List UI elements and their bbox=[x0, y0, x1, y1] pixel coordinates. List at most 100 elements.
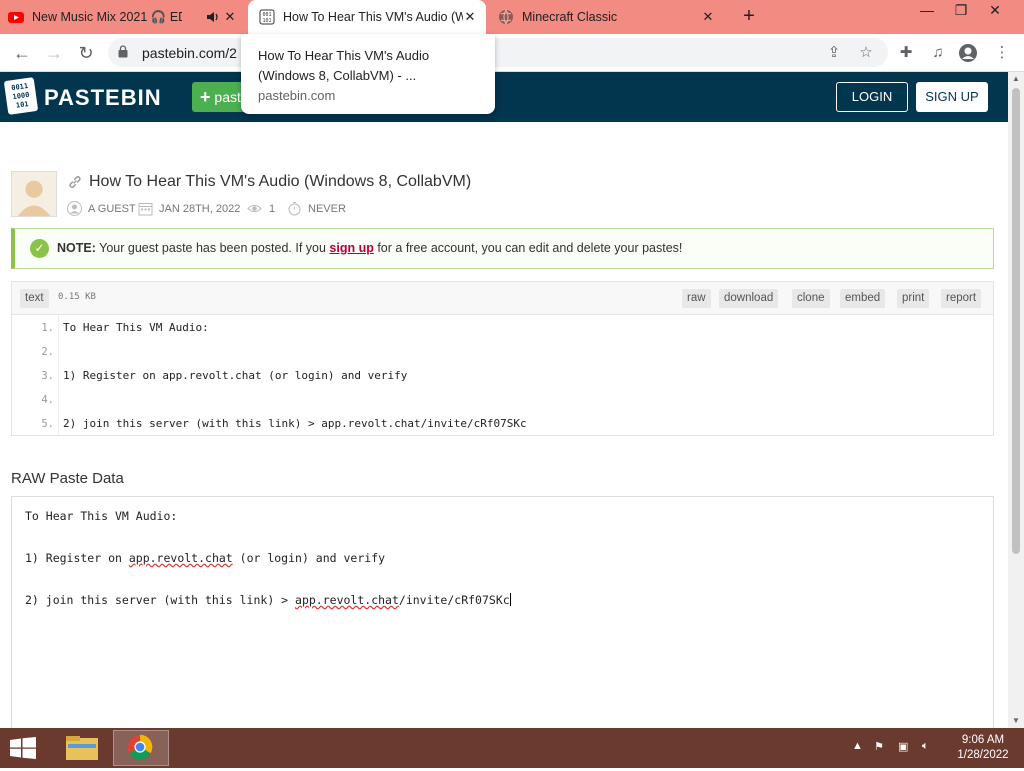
paste-views: 1 bbox=[247, 201, 275, 216]
expiry-text: NEVER bbox=[308, 202, 346, 215]
line-number: 1. bbox=[41, 322, 54, 334]
user-icon bbox=[67, 201, 82, 216]
report-button[interactable]: report bbox=[941, 289, 982, 308]
scroll-up-icon[interactable]: ▲ bbox=[1008, 72, 1024, 86]
download-button[interactable]: download bbox=[719, 289, 779, 308]
line-number-gutter: 1. 2. 3. 4. 5. bbox=[12, 315, 59, 435]
raw-button[interactable]: raw bbox=[682, 289, 711, 308]
extensions-icon[interactable]: ✚ bbox=[896, 43, 916, 63]
code-header: text 0.15 KB raw download clone embed pr… bbox=[11, 281, 994, 314]
notice-label: NOTE: bbox=[57, 241, 96, 255]
menu-dots-icon[interactable]: ⋮ bbox=[992, 43, 1012, 63]
close-window-button[interactable]: ✕ bbox=[980, 0, 1010, 22]
clone-button[interactable]: clone bbox=[792, 289, 830, 308]
check-circle-icon: ✓ bbox=[30, 239, 49, 258]
scroll-down-icon[interactable]: ▼ bbox=[1008, 714, 1024, 728]
file-explorer-icon[interactable] bbox=[54, 730, 110, 766]
vertical-scrollbar[interactable]: ▲ ▼ bbox=[1008, 72, 1024, 728]
notice-text-after: for a free account, you can edit and del… bbox=[373, 241, 683, 255]
site-logo-text[interactable]: PASTEBIN bbox=[44, 85, 162, 111]
new-tab-button[interactable]: + bbox=[738, 6, 760, 28]
tab-pastebin[interactable]: 001 101 How To Hear This VM's Audio (W ✕ bbox=[248, 0, 486, 34]
windows-taskbar: ▲ ⚑ ▣ 🔈︎ 9:06 AM 1/28/2022 bbox=[0, 728, 1024, 768]
scrollbar-thumb[interactable] bbox=[1012, 88, 1020, 554]
raw-paste-heading: RAW Paste Data bbox=[11, 470, 124, 487]
guest-paste-notice: ✓ NOTE: Your guest paste has been posted… bbox=[11, 228, 994, 269]
tab-title: Minecraft Classic bbox=[522, 10, 618, 24]
tray-arrow-icon[interactable]: ▲ bbox=[852, 740, 863, 752]
views-count: 1 bbox=[269, 202, 276, 215]
site-header: 0011 1000 101 PASTEBIN + paste LOGIN SIG… bbox=[0, 72, 1008, 122]
raw-text: /invite/cRf07SKc bbox=[398, 593, 510, 607]
address-bar[interactable]: pastebin.com/2 bbox=[108, 38, 888, 67]
profile-icon[interactable] bbox=[958, 43, 978, 63]
svg-text:101: 101 bbox=[262, 18, 271, 24]
action-center-flag-icon[interactable]: ⚑ bbox=[874, 740, 884, 753]
notice-text-before: Your guest paste has been posted. If you bbox=[95, 241, 330, 255]
hover-card-domain: pastebin.com bbox=[258, 88, 336, 103]
embed-button[interactable]: embed bbox=[840, 289, 886, 308]
login-button[interactable]: LOGIN bbox=[836, 82, 908, 112]
code-line: 1) Register on app.revolt.chat (or login… bbox=[63, 369, 408, 382]
paste-expiry: NEVER bbox=[287, 201, 346, 216]
raw-url: app.revolt.chat bbox=[128, 551, 233, 565]
share-icon[interactable]: ⇪ bbox=[824, 43, 844, 63]
windows-start-icon[interactable] bbox=[10, 737, 36, 759]
close-tab-icon[interactable]: ✕ bbox=[462, 9, 478, 25]
paste-size: 0.15 KB bbox=[58, 292, 96, 302]
system-clock[interactable]: 9:06 AM 1/28/2022 bbox=[948, 733, 1018, 763]
close-tab-icon[interactable]: ✕ bbox=[222, 9, 238, 25]
text-caret bbox=[509, 593, 511, 606]
raw-line: 1) Register on app.revolt.chat (or login… bbox=[25, 551, 385, 565]
clock-date: 1/28/2022 bbox=[957, 749, 1009, 761]
avatar[interactable] bbox=[11, 171, 57, 217]
globe-icon bbox=[499, 9, 513, 25]
tab-strip: New Music Mix 2021 🎧 EDM ✕ 001 101 How T… bbox=[0, 0, 1024, 34]
raw-text: (or login) and verify bbox=[232, 551, 386, 565]
paste-author: A GUEST bbox=[67, 201, 136, 216]
code-view: 1. 2. 3. 4. 5. To Hear This VM Audio: 1)… bbox=[11, 314, 994, 436]
line-number: 3. bbox=[41, 370, 54, 382]
notice-text: NOTE: Your guest paste has been posted. … bbox=[57, 241, 682, 255]
code-line: To Hear This VM Audio: bbox=[63, 321, 209, 334]
line-number: 2. bbox=[41, 346, 54, 358]
reload-icon[interactable]: ↻ bbox=[74, 41, 98, 65]
tab-title: How To Hear This VM's Audio (W bbox=[283, 10, 463, 24]
paste-title: How To Hear This VM's Audio (Windows 8, … bbox=[89, 173, 472, 190]
volume-icon[interactable]: 🔈︎ bbox=[922, 740, 929, 753]
url-text: pastebin.com/2 bbox=[142, 45, 237, 61]
bookmark-star-icon[interactable]: ☆ bbox=[856, 43, 876, 63]
close-tab-icon[interactable]: ✕ bbox=[700, 9, 716, 25]
raw-line: 2) join this server (with this link) > a… bbox=[25, 593, 511, 607]
paste-date: JAN 28TH, 2022 bbox=[138, 201, 240, 216]
tab-title: New Music Mix 2021 🎧 EDM bbox=[32, 9, 182, 24]
author-name[interactable]: A GUEST bbox=[88, 203, 136, 215]
speaker-icon[interactable] bbox=[206, 10, 220, 24]
back-icon[interactable]: ← bbox=[10, 41, 34, 65]
raw-text: 1) Register on bbox=[25, 551, 129, 565]
raw-text: 2) join this server (with this link) > bbox=[25, 593, 296, 607]
hover-card-title: How To Hear This VM's Audio (Windows 8, … bbox=[258, 48, 430, 83]
maximize-button[interactable]: ❐ bbox=[946, 0, 976, 22]
date-text: JAN 28TH, 2022 bbox=[159, 202, 241, 215]
chrome-taskbar-icon[interactable] bbox=[113, 730, 169, 766]
tab-youtube[interactable]: New Music Mix 2021 🎧 EDM ✕ bbox=[8, 0, 246, 34]
pastebin-icon: 001 101 bbox=[259, 9, 275, 25]
lock-icon[interactable] bbox=[118, 45, 128, 58]
tab-minecraft[interactable]: Minecraft Classic ✕ bbox=[498, 0, 724, 34]
media-control-icon[interactable]: ♫ bbox=[928, 43, 948, 63]
pastebin-logo-icon[interactable]: 0011 1000 101 bbox=[4, 76, 38, 116]
signup-link[interactable]: sign up bbox=[329, 241, 373, 255]
code-line: 2) join this server (with this link) > a… bbox=[63, 417, 527, 430]
network-icon[interactable]: ▣ bbox=[898, 740, 908, 753]
link-icon[interactable] bbox=[67, 174, 83, 190]
raw-paste-textarea[interactable]: To Hear This VM Audio: 1) Register on ap… bbox=[11, 496, 994, 736]
minimize-button[interactable]: — bbox=[912, 0, 942, 22]
clock-time: 9:06 AM bbox=[961, 734, 1005, 746]
plus-icon: + bbox=[200, 87, 211, 107]
browser-toolbar: ← → ↻ pastebin.com/2 ⇪ ☆ ✚ ♫ ⋮ bbox=[0, 34, 1024, 72]
signup-button[interactable]: SIGN UP bbox=[916, 82, 988, 112]
syntax-badge[interactable]: text bbox=[20, 289, 49, 308]
forward-icon[interactable]: → bbox=[42, 41, 66, 65]
print-button[interactable]: print bbox=[897, 289, 930, 308]
